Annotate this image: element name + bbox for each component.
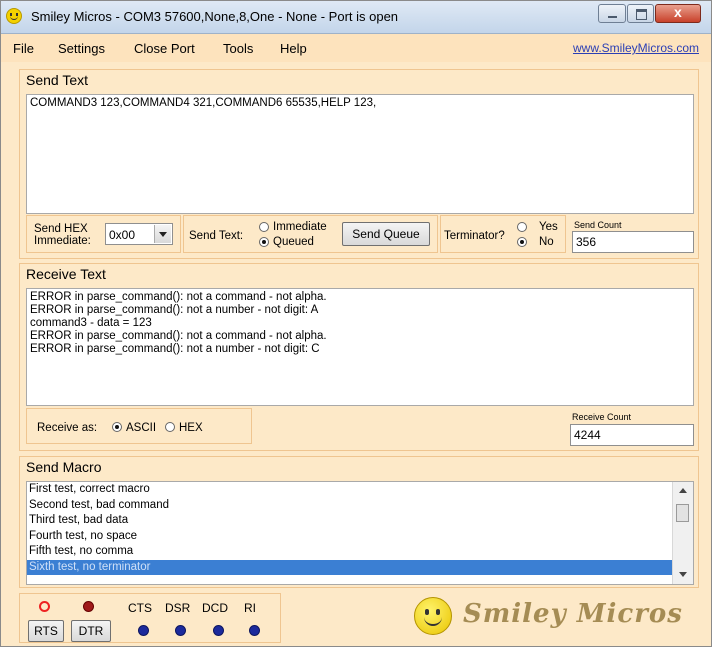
title-bar: Smiley Micros - COM3 57600,None,8,One - … — [1, 1, 711, 34]
cts-label: CTS — [128, 601, 152, 615]
logo-text: Smiley Micros — [463, 599, 683, 629]
terminator-no-label: No — [539, 236, 554, 248]
send-queue-button[interactable]: Send Queue — [342, 222, 430, 246]
macro-list[interactable]: First test, correct macro Second test, b… — [26, 481, 694, 585]
minimize-button[interactable] — [598, 4, 626, 23]
receive-count-field: 4244 — [570, 424, 694, 446]
menu-settings[interactable]: Settings — [58, 41, 105, 56]
send-hex-immediate-label: Immediate: — [34, 235, 91, 247]
immediate-label: Immediate — [273, 221, 327, 233]
hex-value-select[interactable]: 0x00 — [105, 223, 173, 245]
dtr-led-icon — [83, 601, 94, 612]
dcd-label: DCD — [202, 601, 228, 615]
send-macro-group: Send Macro First test, correct macro Sec… — [19, 456, 699, 588]
receive-line: command3 - data = 123 — [30, 317, 152, 329]
app-window: Smiley Micros - COM3 57600,None,8,One - … — [0, 0, 712, 647]
receive-count-label: Receive Count — [572, 412, 632, 422]
list-item[interactable]: Fourth test, no space — [27, 529, 673, 545]
menu-file[interactable]: File — [13, 41, 34, 56]
terminator-panel: Terminator? Yes No — [440, 215, 566, 253]
receive-line: ERROR in parse_command(): not a command … — [30, 291, 327, 303]
receive-text-title: Receive Text — [26, 266, 106, 282]
smiley-app-icon — [6, 8, 22, 24]
terminator-label: Terminator? — [444, 230, 505, 242]
menu-bar: File Settings Close Port Tools Help www.… — [1, 34, 711, 62]
chevron-down-icon[interactable] — [154, 225, 171, 243]
terminator-yes-label: Yes — [539, 221, 558, 233]
website-link[interactable]: www.SmileyMicros.com — [573, 41, 699, 55]
hex-radio[interactable] — [165, 422, 175, 432]
terminator-yes-radio[interactable] — [517, 222, 527, 232]
queued-radio[interactable] — [259, 237, 269, 247]
send-hex-panel: Send HEX Immediate: 0x00 — [26, 215, 181, 253]
rts-led-icon — [39, 601, 50, 612]
send-mode-panel: Send Text: Immediate Queued Send Queue — [183, 215, 438, 253]
macro-scrollbar[interactable] — [672, 482, 693, 584]
close-button[interactable] — [655, 4, 701, 23]
send-count-field: 356 — [572, 231, 694, 253]
send-text-input[interactable]: COMMAND3 123,COMMAND4 321,COMMAND6 65535… — [26, 94, 694, 214]
menu-tools[interactable]: Tools — [223, 41, 253, 56]
immediate-radio[interactable] — [259, 222, 269, 232]
list-item[interactable]: Third test, bad data — [27, 513, 673, 529]
menu-help[interactable]: Help — [280, 41, 307, 56]
dsr-led-icon — [175, 625, 186, 636]
list-item[interactable]: Fifth test, no comma — [27, 544, 673, 560]
receive-text-output[interactable]: ERROR in parse_command(): not a command … — [26, 288, 694, 406]
receive-as-label: Receive as: — [37, 422, 98, 434]
dtr-button[interactable]: DTR — [71, 620, 111, 642]
list-item[interactable]: First test, correct macro — [27, 482, 673, 498]
receive-line: ERROR in parse_command(): not a number -… — [30, 304, 319, 316]
hex-label: HEX — [179, 422, 203, 434]
ri-led-icon — [249, 625, 260, 636]
maximize-button[interactable] — [627, 4, 654, 23]
receive-line: ERROR in parse_command(): not a number -… — [30, 343, 320, 355]
send-hex-label: Send HEX — [34, 223, 88, 235]
list-item[interactable]: Second test, bad command — [27, 498, 673, 514]
scroll-thumb[interactable] — [676, 504, 689, 522]
receive-as-panel: Receive as: ASCII HEX — [26, 408, 252, 444]
dcd-led-icon — [213, 625, 224, 636]
ascii-radio[interactable] — [112, 422, 122, 432]
send-text-group: Send Text COMMAND3 123,COMMAND4 321,COMM… — [19, 69, 699, 259]
receive-text-group: Receive Text ERROR in parse_command(): n… — [19, 263, 699, 451]
send-macro-title: Send Macro — [26, 459, 102, 475]
line-status-panel: RTS DTR CTS DSR DCD RI — [19, 593, 281, 643]
queued-label: Queued — [273, 236, 314, 248]
send-count-label: Send Count — [574, 220, 622, 230]
ascii-label: ASCII — [126, 422, 157, 434]
rts-button[interactable]: RTS — [28, 620, 64, 642]
terminator-no-radio[interactable] — [517, 237, 527, 247]
smiley-logo-icon — [414, 597, 452, 635]
hex-value: 0x00 — [109, 228, 136, 242]
dsr-label: DSR — [165, 601, 191, 615]
ri-label: RI — [244, 601, 256, 615]
send-text-title: Send Text — [26, 72, 89, 88]
send-mode-label: Send Text: — [189, 230, 244, 242]
receive-line: ERROR in parse_command(): not a command … — [30, 330, 327, 342]
cts-led-icon — [138, 625, 149, 636]
window-title: Smiley Micros - COM3 57600,None,8,One - … — [31, 9, 399, 24]
menu-close-port[interactable]: Close Port — [134, 41, 195, 56]
list-item-selected[interactable]: Sixth test, no terminator — [27, 559, 673, 575]
